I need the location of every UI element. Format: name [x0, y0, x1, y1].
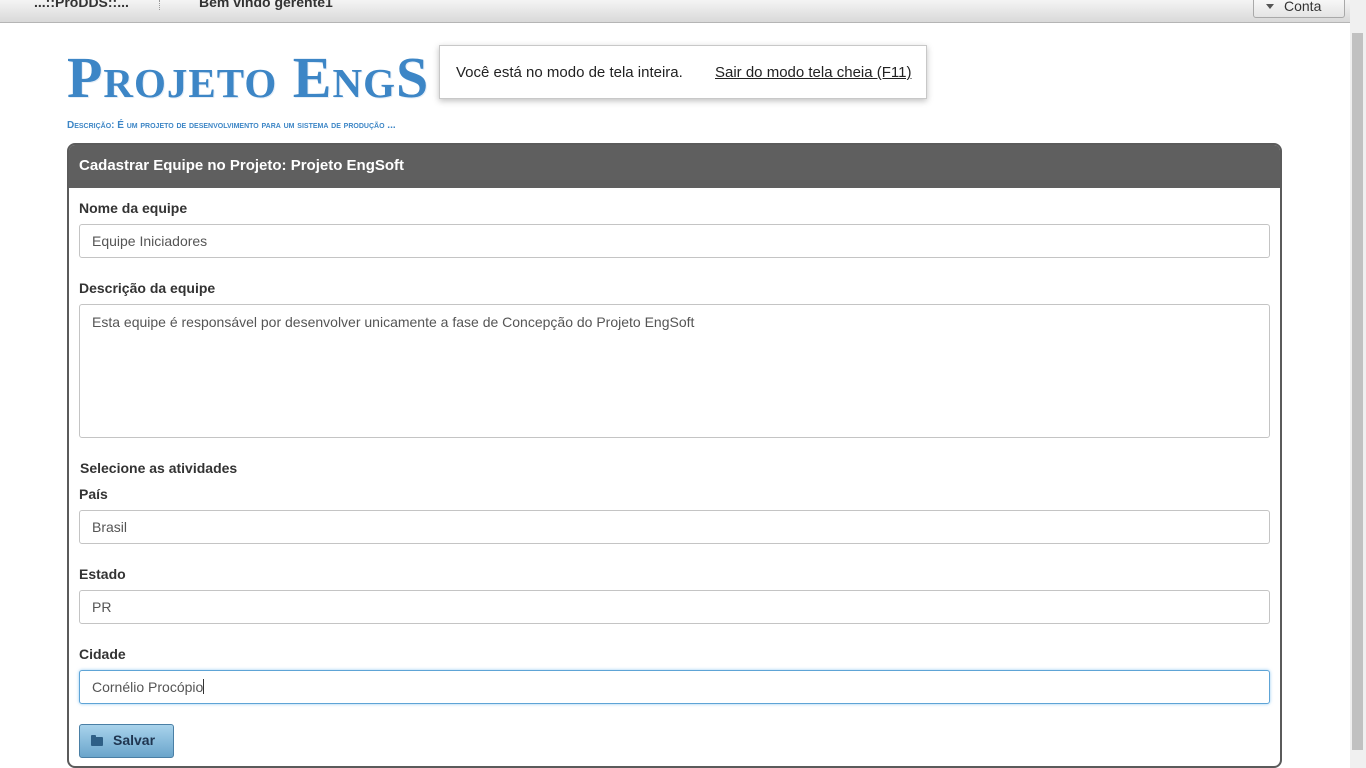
top-navbar: ...::ProDDS::... Bem vindo gerente1 Cont… [0, 0, 1350, 23]
account-label: Conta [1284, 0, 1322, 14]
account-menu-button[interactable]: Conta [1253, 0, 1345, 18]
vertical-scrollbar[interactable] [1350, 0, 1366, 768]
team-description-textarea[interactable]: Esta equipe é responsável por desenvolve… [79, 304, 1270, 438]
project-title: Projeto EngS [67, 45, 430, 110]
text-cursor [203, 679, 205, 694]
folder-icon [91, 735, 103, 746]
state-input[interactable]: PR [79, 590, 1270, 624]
save-button[interactable]: Salvar [79, 724, 174, 758]
team-name-label: Nome da equipe [79, 200, 188, 216]
activities-heading: Selecione as atividades [80, 460, 238, 476]
city-value: Cornélio Procópio [92, 679, 204, 695]
chevron-down-icon [1266, 4, 1274, 9]
welcome-text: Bem vindo gerente1 [199, 0, 333, 10]
team-form-panel: Cadastrar Equipe no Projeto: Projeto Eng… [67, 143, 1282, 768]
country-input[interactable]: Brasil [79, 510, 1270, 544]
fullscreen-message: Você está no modo de tela inteira. [456, 64, 683, 81]
save-label: Salvar [113, 732, 156, 748]
country-label: País [79, 486, 108, 502]
navbar-divider [159, 0, 160, 10]
city-input[interactable]: Cornélio Procópio [79, 670, 1270, 704]
team-description-label: Descrição da equipe [79, 280, 216, 296]
fullscreen-notification: Você está no modo de tela inteira. Sair … [439, 45, 927, 99]
app-brand[interactable]: ...::ProDDS::... [34, 0, 129, 10]
exit-fullscreen-link[interactable]: Sair do modo tela cheia (F11) [715, 64, 912, 81]
team-name-input[interactable]: Equipe Iniciadores [79, 224, 1270, 258]
panel-title: Cadastrar Equipe no Projeto: Projeto Eng… [69, 145, 1280, 188]
city-label: Cidade [79, 646, 126, 662]
scrollbar-thumb[interactable] [1352, 33, 1363, 750]
state-label: Estado [79, 566, 126, 582]
project-description: Descrição: É um projeto de desenvolvimen… [67, 120, 396, 131]
